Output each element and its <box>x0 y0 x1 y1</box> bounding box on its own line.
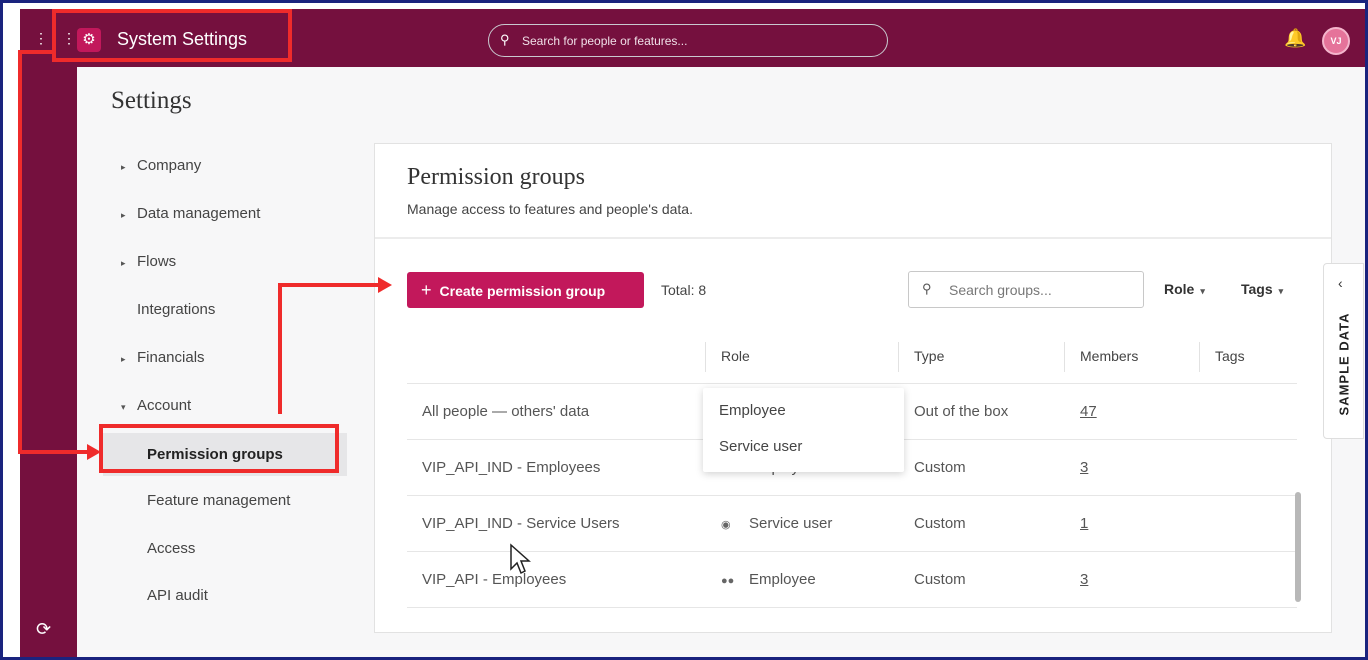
callout-line <box>278 283 282 414</box>
group-name[interactable]: VIP_API - Employees <box>422 571 566 588</box>
sample-data-tab[interactable]: ‹ SAMPLE DATA <box>1323 263 1364 439</box>
left-rail: ⟳ <box>20 67 77 657</box>
scrollbar-thumb[interactable] <box>1295 492 1301 602</box>
column-header-type[interactable]: Type <box>914 348 944 364</box>
global-search[interactable]: ⚲ <box>488 24 888 57</box>
help-icon[interactable]: ⟳ <box>36 619 51 640</box>
mouse-cursor-icon <box>510 543 531 575</box>
chevron-down-icon: ▾ <box>1200 286 1205 296</box>
members-link[interactable]: 3 <box>1080 571 1088 588</box>
column-divider <box>705 342 706 372</box>
create-permission-group-button[interactable]: + Create permission group <box>407 272 644 308</box>
search-icon: ⚲ <box>500 32 510 47</box>
group-type: Out of the box <box>914 403 1009 420</box>
sidebar-item-account[interactable]: ▾ Account <box>121 397 191 414</box>
sidebar-item-company[interactable]: ▸ Company <box>121 157 201 174</box>
role-filter[interactable]: Role ▾ <box>1164 281 1205 297</box>
sidebar-item-integrations[interactable]: Integrations <box>121 301 215 318</box>
sidebar-item-feature-management[interactable]: Feature management <box>147 492 290 509</box>
total-count: Total: 8 <box>661 282 707 298</box>
caret-down-icon: ▾ <box>121 402 126 412</box>
role-label: Service user <box>749 515 833 532</box>
sidebar-item-api-audit[interactable]: API audit <box>147 587 208 604</box>
sidebar-item-label: Integrations <box>137 301 216 318</box>
highlight-app-title <box>52 9 292 62</box>
card-subtitle: Manage access to features and people's d… <box>407 201 693 217</box>
column-divider <box>1064 342 1065 372</box>
members-link[interactable]: 3 <box>1080 459 1088 476</box>
people-icon: ●● <box>721 575 735 587</box>
caret-right-icon: ▸ <box>121 258 126 268</box>
column-header-tags[interactable]: Tags <box>1215 348 1245 364</box>
card-title: Permission groups <box>407 164 586 190</box>
group-name[interactable]: All people — others' data <box>422 403 589 420</box>
table-row[interactable]: VIP_API - Employees ●● Employee Custom 3 <box>407 552 1297 608</box>
callout-line <box>18 50 52 54</box>
sample-data-label: SAMPLE DATA <box>1336 312 1352 416</box>
callout-line <box>278 283 378 287</box>
dropdown-item-service-user[interactable]: Service user <box>719 438 802 455</box>
sidebar-item-financials[interactable]: ▸ Financials <box>121 349 205 366</box>
sidebar-item-label: Access <box>147 540 196 557</box>
service-user-icon: ◉ <box>721 519 731 531</box>
sidebar-item-access[interactable]: Access <box>147 540 195 557</box>
highlight-permission-groups <box>99 424 339 473</box>
sidebar-item-data-management[interactable]: ▸ Data management <box>121 205 260 222</box>
group-type: Custom <box>914 515 966 532</box>
avatar[interactable]: VJ <box>1322 27 1350 55</box>
group-name[interactable]: VIP_API_IND - Service Users <box>422 515 620 532</box>
sidebar-item-label: Financials <box>137 349 205 366</box>
search-icon: ⚲ <box>922 281 932 296</box>
group-search[interactable]: ⚲ <box>908 271 1144 308</box>
page-title: Settings <box>111 87 192 114</box>
column-divider <box>898 342 899 372</box>
table-header: Role Type Members Tags <box>407 328 1297 384</box>
sidebar-item-flows[interactable]: ▸ Flows <box>121 253 176 270</box>
members-link[interactable]: 47 <box>1080 403 1097 420</box>
sidebar-item-label: Account <box>137 397 192 414</box>
notification-bell-icon[interactable]: 🔔 <box>1284 28 1306 49</box>
chevron-down-icon: ▾ <box>1278 286 1284 296</box>
create-group-dropdown: Employee Service user <box>703 388 904 472</box>
group-search-input[interactable] <box>949 280 1134 300</box>
settings-page: Settings ▸ Company ▸ Data management ▸ Flow… <box>77 67 1365 657</box>
column-header-role[interactable]: Role <box>721 348 750 364</box>
filter-label: Tags <box>1241 281 1273 297</box>
column-divider <box>1199 342 1200 372</box>
group-role: ●● Employee <box>721 571 816 588</box>
chevron-left-icon: ‹ <box>1338 275 1343 291</box>
browser-frame: ⋮⋮⋮ ⚙ System Settings ⚲ 🔔 VJ ⟳ Settings … <box>3 3 1365 657</box>
members-link[interactable]: 1 <box>1080 515 1088 532</box>
create-button-label: Create permission group <box>439 282 606 299</box>
group-type: Custom <box>914 571 966 588</box>
caret-right-icon: ▸ <box>121 162 126 172</box>
group-role: ◉ Service user <box>721 515 832 532</box>
role-label: Employee <box>749 571 816 588</box>
caret-right-icon: ▸ <box>121 210 126 220</box>
sidebar-item-label: API audit <box>147 587 208 604</box>
tags-filter[interactable]: Tags ▾ <box>1241 281 1283 297</box>
callout-line <box>18 450 88 454</box>
app-grid-icon[interactable]: ⋮⋮⋮ <box>34 31 76 46</box>
arrow-head-icon <box>378 277 392 293</box>
card-header: Permission groups Manage access to featu… <box>375 144 1331 239</box>
sidebar-item-label: Company <box>137 157 202 174</box>
sidebar-item-label: Feature management <box>147 492 291 509</box>
filter-label: Role <box>1164 281 1195 297</box>
group-type: Custom <box>914 459 966 476</box>
sidebar-item-label: Flows <box>137 253 177 270</box>
sidebar-item-label: Data management <box>137 205 261 222</box>
table-row[interactable]: VIP_API_IND - Service Users ◉ Service use… <box>407 496 1297 552</box>
group-name[interactable]: VIP_API_IND - Employees <box>422 459 600 476</box>
callout-line <box>18 50 22 454</box>
dropdown-item-employee[interactable]: Employee <box>719 402 786 419</box>
column-header-members[interactable]: Members <box>1080 348 1138 364</box>
caret-right-icon: ▸ <box>121 354 126 364</box>
plus-icon: + <box>421 279 432 300</box>
global-search-input[interactable] <box>522 31 872 51</box>
